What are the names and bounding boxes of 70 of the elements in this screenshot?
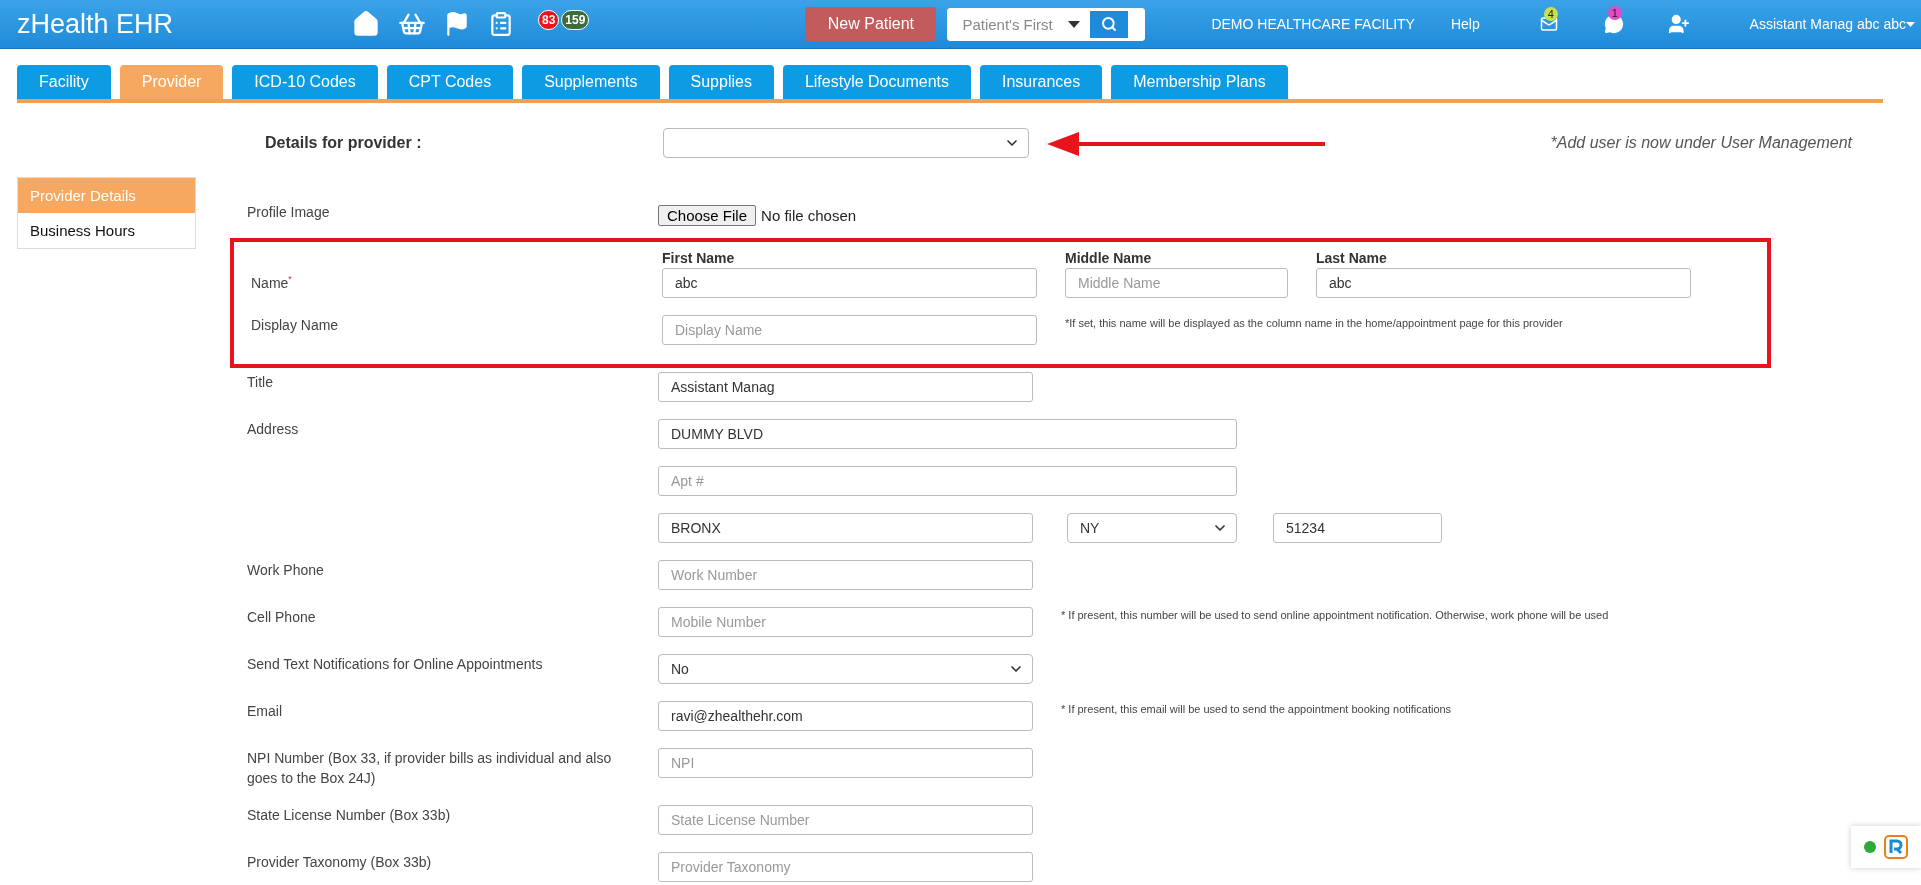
field-label: Cell Phone — [247, 608, 317, 627]
provider-select[interactable] — [663, 128, 1029, 158]
search-button[interactable] — [1090, 10, 1129, 38]
field-label: Display Name — [251, 316, 340, 335]
field-label: Profile Image — [247, 202, 331, 222]
text-field[interactable]: Display Name — [662, 315, 1037, 345]
new-patient-button[interactable]: New Patient — [805, 7, 937, 41]
caret-icon — [1906, 21, 1915, 27]
field-label: Work Phone — [247, 561, 325, 580]
tab[interactable]: Insurances — [979, 65, 1103, 99]
logo-icon — [1884, 835, 1908, 859]
text-field[interactable]: Provider Taxonomy — [658, 852, 1033, 882]
status-dot-icon — [1864, 841, 1876, 853]
text-field[interactable]: DUMMY BLVD — [658, 419, 1237, 449]
text-field[interactable]: 51234 — [1273, 513, 1442, 543]
tab[interactable]: Supplements — [522, 65, 660, 99]
choose-file-button[interactable]: Choose File — [658, 205, 757, 226]
field-label: Address — [247, 420, 300, 439]
column-heading: Middle Name — [1065, 250, 1153, 266]
details-label: Details for provider : — [265, 134, 423, 152]
count-badge[interactable]: 159 — [561, 10, 590, 30]
chat-widget[interactable] — [1851, 826, 1921, 868]
tab[interactable]: Membership Plans — [1111, 65, 1288, 99]
home-icon[interactable] — [352, 10, 380, 38]
hint-text: * If present, this number will be used to send online appointment notification. Otherwise, work phone will be used — [1061, 609, 1609, 621]
text-field[interactable]: BRONX — [658, 513, 1033, 543]
field-label: Name$^{*}$ — [251, 273, 293, 293]
text-field[interactable]: Work Number — [658, 560, 1033, 590]
chat-count: 1 — [1607, 6, 1622, 20]
field-label: Title — [247, 373, 274, 392]
tab[interactable]: Lifestyle Documents — [782, 65, 971, 99]
text-field[interactable]: Apt # — [658, 466, 1237, 496]
text-field[interactable]: Middle Name — [1065, 268, 1288, 298]
add-user-icon[interactable] — [1667, 13, 1690, 35]
file-status: No file chosen — [761, 207, 857, 224]
text-field[interactable]: abc — [662, 268, 1037, 298]
field-label: Email — [247, 702, 283, 721]
count-badge[interactable]: 83 — [538, 10, 560, 30]
clipboard-icon[interactable] — [488, 11, 514, 37]
text-field[interactable]: ravi@zhealthehr.com — [658, 701, 1033, 731]
text-field[interactable]: NPI — [658, 748, 1033, 778]
column-heading: Last Name — [1316, 250, 1388, 266]
hint-text: *If set, this name will be displayed as the column name in the home/appointment page for this provider — [1065, 317, 1563, 329]
flag-icon[interactable] — [444, 11, 470, 37]
mail-count: 4 — [1543, 7, 1558, 21]
field-label: State License Number (Box 33b) — [247, 806, 452, 825]
tab[interactable]: Facility — [17, 65, 111, 99]
field-label: Provider Taxonomy (Box 33b) — [247, 853, 433, 872]
required-mark: * — [288, 274, 292, 285]
caret-icon[interactable] — [1068, 20, 1081, 28]
tab[interactable]: Supplies — [668, 65, 774, 99]
field-label: NPI Number (Box 33, if provider bills as individual and also goes to the Box 24J) — [247, 749, 613, 788]
text-field[interactable]: State License Number — [658, 805, 1033, 835]
tab[interactable]: CPT Codes — [386, 65, 514, 99]
user-menu[interactable]: Assistant Manag abc abc — [1749, 16, 1915, 32]
search-icon — [1101, 16, 1118, 32]
field-label: Send Text Notifications for Online Appointments — [247, 655, 544, 674]
select-field[interactable]: No — [658, 654, 1033, 684]
text-field[interactable]: Assistant Manag — [658, 372, 1033, 402]
column-heading: First Name — [662, 250, 736, 266]
patient-search-field[interactable]: Patient's First — [947, 7, 1146, 41]
tab[interactable]: ICD-10 Codes — [232, 65, 378, 99]
help-link[interactable]: Help — [1450, 16, 1480, 32]
app-title: zHealth EHR — [17, 8, 175, 40]
info-note: *Add user is now under User Management — [1550, 134, 1852, 152]
text-field[interactable]: Mobile Number — [658, 607, 1033, 637]
hint-text: * If present, this email will be used to send the appointment booking notifications — [1061, 703, 1452, 715]
select-field[interactable]: NY — [1067, 513, 1237, 543]
facility-name[interactable]: DEMO HEALTHCARE FACILITY — [1211, 16, 1415, 32]
text-field[interactable]: abc — [1316, 268, 1691, 298]
